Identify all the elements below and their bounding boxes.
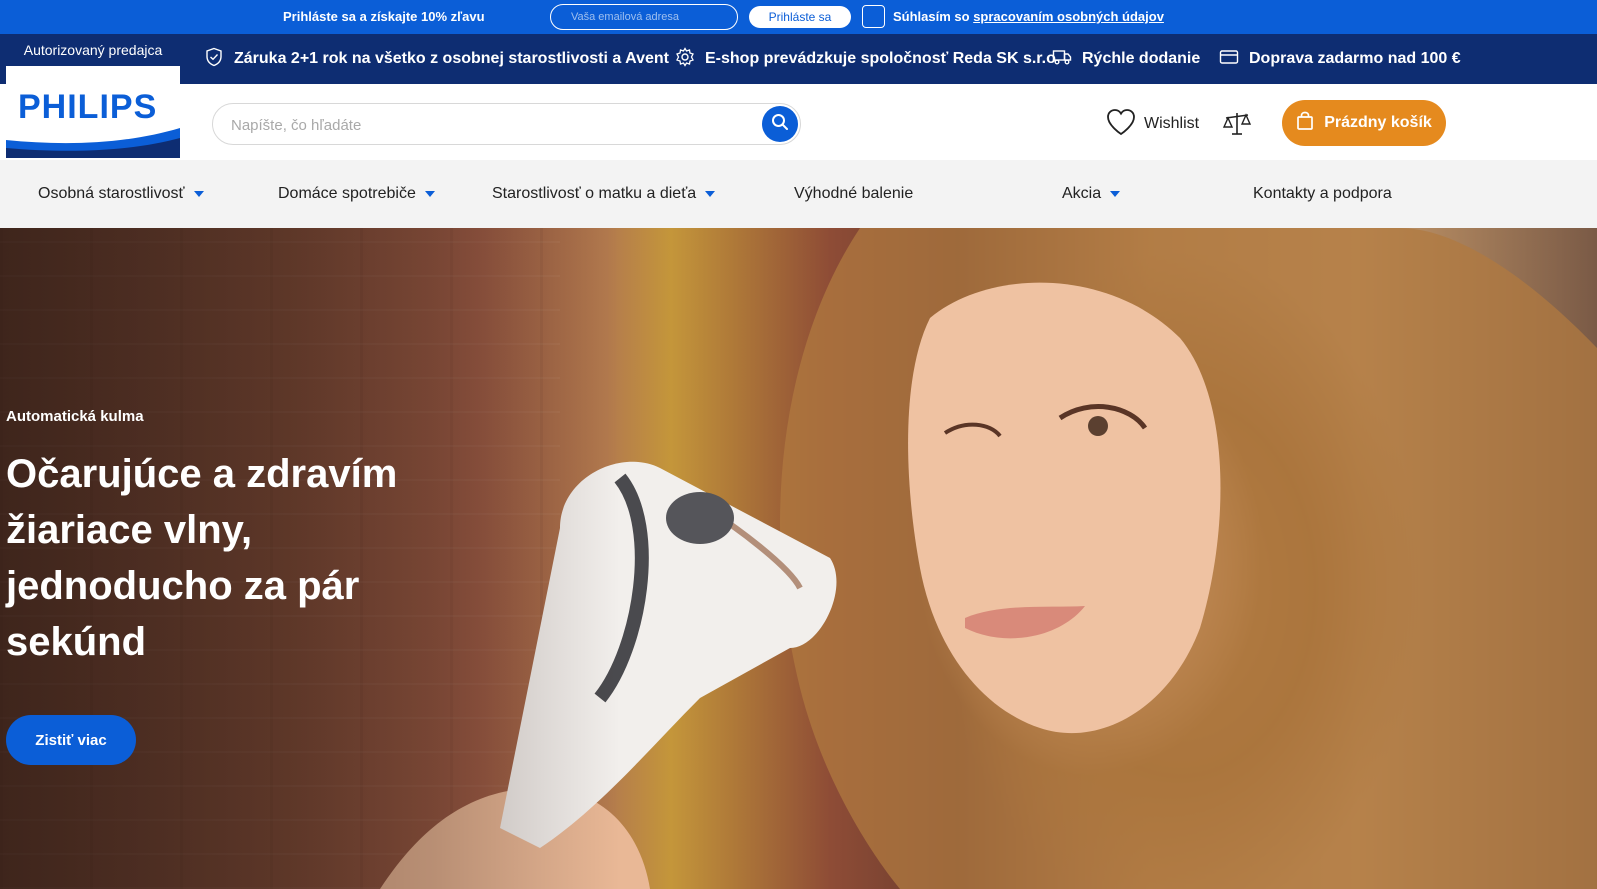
nav-item-bundles[interactable]: Výhodné balenie bbox=[794, 160, 913, 228]
newsletter-login-button[interactable]: Prihláste sa bbox=[749, 6, 851, 28]
search-box bbox=[212, 103, 801, 145]
search-input[interactable] bbox=[231, 113, 731, 137]
gear-icon bbox=[675, 46, 695, 72]
logo-wave-graphic bbox=[6, 128, 180, 158]
philips-logo[interactable]: PHILIPS bbox=[6, 66, 180, 158]
info-item-operator: E-shop prevádzkuje spoločnosť Reda SK s.… bbox=[675, 34, 1060, 84]
brand-block[interactable]: Autorizovaný predajca PHILIPS bbox=[6, 34, 180, 158]
chevron-down-icon bbox=[193, 191, 204, 197]
hero-eyebrow: Automatická kulma bbox=[6, 408, 144, 425]
consent-prefix: Súhlasím so bbox=[893, 9, 974, 24]
chevron-down-icon bbox=[705, 191, 716, 197]
nav-item-label: Domáce spotrebiče bbox=[278, 185, 416, 202]
info-item-label: Doprava zadarmo nad 100 € bbox=[1249, 50, 1461, 67]
truck-icon bbox=[1052, 47, 1072, 72]
nav-item-sale[interactable]: Akcia bbox=[1062, 160, 1121, 228]
authorized-dealer-label: Autorizovaný predajca bbox=[6, 34, 180, 66]
consent-link[interactable]: spracovaním osobných údajov bbox=[973, 9, 1164, 24]
nav-item-label: Akcia bbox=[1062, 185, 1102, 202]
info-item-label: Záruka 2+1 rok na všetko z osobnej staro… bbox=[234, 50, 669, 67]
nav-item-label: Výhodné balenie bbox=[794, 185, 914, 202]
nav-item-contact-support[interactable]: Kontakty a podpora bbox=[1253, 160, 1392, 228]
nav-item-personal-care[interactable]: Osobná starostlivosť bbox=[38, 160, 204, 228]
wishlist-link[interactable]: Wishlist bbox=[1106, 108, 1199, 140]
info-item-free-shipping: Doprava zadarmo nad 100 € bbox=[1219, 34, 1461, 84]
cart-label: Prázdny košík bbox=[1324, 114, 1432, 131]
info-bar: Záruka 2+1 rok na všetko z osobnej staro… bbox=[0, 34, 1597, 84]
hero-cta-button[interactable]: Zistiť viac bbox=[6, 715, 136, 765]
hero-banner[interactable]: Automatická kulma Očarujúce a zdravím ži… bbox=[0, 228, 1597, 889]
hero-headline: Očarujúce a zdravím žiariace vlny, jedno… bbox=[6, 452, 398, 664]
chevron-down-icon bbox=[424, 191, 435, 197]
logo-wordmark: PHILIPS bbox=[18, 88, 158, 126]
consent-label: Súhlasím so spracovaním osobných údajov bbox=[893, 9, 1164, 24]
info-item-label: Rýchle dodanie bbox=[1082, 50, 1201, 67]
shield-icon bbox=[204, 47, 224, 72]
nav-item-mother-baby[interactable]: Starostlivosť o matku a dieťa bbox=[492, 160, 716, 228]
newsletter-bar: Prihláste sa a získajte 10% zľavu Prihlá… bbox=[0, 0, 1597, 34]
scales-icon bbox=[1222, 113, 1252, 143]
newsletter-email-input[interactable] bbox=[550, 4, 738, 30]
nav-item-home-appliances[interactable]: Domáce spotrebiče bbox=[278, 160, 435, 228]
card-icon bbox=[1219, 47, 1239, 72]
main-navigation: Osobná starostlivosť Domáce spotrebiče S… bbox=[0, 160, 1597, 228]
nav-item-label: Kontakty a podpora bbox=[1253, 185, 1392, 202]
shopping-bag-icon bbox=[1296, 111, 1314, 136]
consent-checkbox[interactable] bbox=[862, 5, 885, 28]
info-item-warranty: Záruka 2+1 rok na všetko z osobnej staro… bbox=[204, 34, 669, 84]
info-item-delivery: Rýchle dodanie bbox=[1052, 34, 1200, 84]
search-icon bbox=[771, 113, 789, 135]
heart-icon bbox=[1106, 108, 1136, 141]
newsletter-promo-text: Prihláste sa a získajte 10% zľavu bbox=[283, 9, 485, 24]
search-button[interactable] bbox=[762, 106, 798, 142]
nav-item-label: Starostlivosť o matku a dieťa bbox=[492, 185, 697, 202]
cart-button[interactable]: Prázdny košík bbox=[1282, 100, 1446, 146]
chevron-down-icon bbox=[1110, 191, 1121, 197]
nav-item-label: Osobná starostlivosť bbox=[38, 185, 185, 202]
compare-button[interactable] bbox=[1222, 109, 1252, 139]
wishlist-label: Wishlist bbox=[1144, 115, 1200, 132]
info-item-label: E-shop prevádzkuje spoločnosť Reda SK s.… bbox=[705, 50, 1061, 67]
